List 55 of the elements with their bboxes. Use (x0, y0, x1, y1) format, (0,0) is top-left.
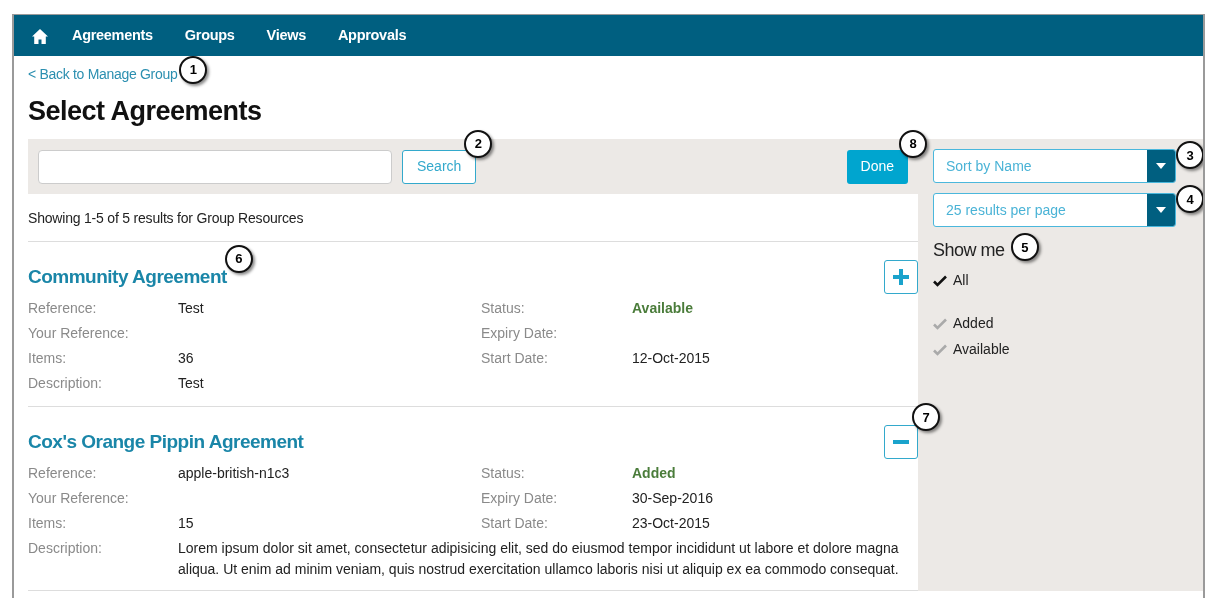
field-label: Items: (28, 514, 68, 534)
callout-marker: 4 (1176, 185, 1203, 214)
field-value: 15 (178, 514, 195, 534)
callout-marker: 2 (464, 129, 493, 158)
callout-marker: 1 (179, 56, 208, 84)
check-icon (933, 343, 947, 356)
plus-icon (893, 269, 909, 286)
callout-marker: 8 (899, 129, 927, 158)
status-value: Added (632, 464, 677, 484)
callout-marker: 5 (1010, 233, 1039, 262)
field-label: Start Date: (481, 349, 549, 369)
search-field[interactable] (38, 149, 392, 184)
page-title: Select Agreements (28, 95, 263, 128)
field-label: Status: (481, 464, 526, 484)
dropdown-caret-icon[interactable] (1147, 150, 1175, 183)
agreement-title[interactable]: Cox's Orange Pippin Agreement (28, 431, 304, 453)
field-label: Your Reference: (28, 489, 130, 509)
filter-option[interactable]: All (933, 270, 1203, 292)
back-link[interactable]: < Back to Manage Group (28, 66, 178, 82)
nav-link[interactable]: Agreements (72, 24, 153, 47)
remove-button[interactable] (884, 425, 918, 460)
nav-link[interactable]: Views (266, 24, 306, 47)
field-value: Test (178, 299, 205, 319)
nav-link[interactable]: Groups (184, 24, 235, 47)
field-label: Start Date: (481, 514, 549, 534)
field-label: Your Reference: (28, 324, 130, 344)
check-icon (933, 274, 947, 287)
field-value: apple-british-n1c3 (178, 464, 291, 484)
field-label: Status: (481, 299, 526, 319)
results-summary: Showing 1-5 of 5 results for Group Resources (28, 194, 918, 243)
field-label: Items: (28, 349, 68, 369)
dropdown-caret-icon[interactable] (1147, 194, 1175, 227)
field-value: Lorem ipsum dolor sit amet, consectetur adipisicing elit, sed do eiusmod tempor incididunt ut labore et dolore magna aliqua. Ut enim ad minim veniam, quis nostrud exercitation ullamco laboris nisi ut aliquip ex ea commodo consequat. (178, 539, 900, 580)
field-label: Description: (28, 539, 103, 559)
filter-option[interactable]: Added (933, 313, 1203, 335)
field-value: 12-Oct-2015 (632, 349, 711, 369)
field-label: Reference: (28, 464, 98, 484)
callout-marker: 3 (1176, 141, 1203, 170)
filter-heading: Show me (933, 240, 1005, 261)
callout-marker: 7 (912, 403, 940, 432)
minus-icon (893, 440, 909, 445)
field-value: 30-Sep-2016 (632, 489, 714, 509)
filter-option[interactable]: Available (933, 339, 1203, 361)
field-value: 36 (178, 349, 195, 369)
nav-link[interactable]: Approvals (337, 24, 407, 47)
field-label: Description: (28, 374, 103, 394)
field-value: Test (178, 374, 205, 394)
agreement-title[interactable]: Community Agreement (28, 266, 227, 288)
status-value: Available (632, 299, 694, 319)
field-value: 23-Oct-2015 (632, 514, 711, 534)
field-label: Expiry Date: (481, 489, 559, 509)
check-icon (933, 317, 947, 330)
field-label: Expiry Date: (481, 324, 559, 344)
add-button[interactable] (884, 260, 918, 295)
field-label: Reference: (28, 299, 98, 319)
